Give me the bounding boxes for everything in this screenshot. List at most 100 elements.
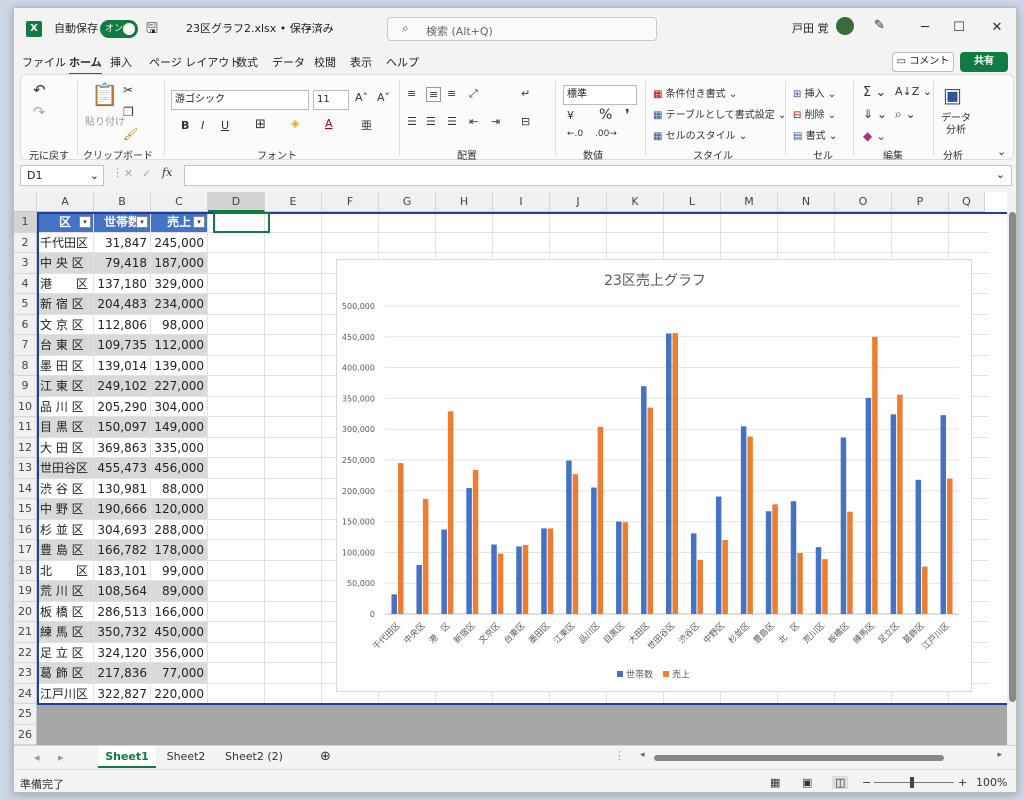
minimize-button[interactable]: ─	[910, 18, 940, 38]
table-cell[interactable]: 中 野 区	[37, 499, 94, 520]
save-icon[interactable]: 🖫	[146, 18, 158, 42]
insert-function-icon[interactable]: fx	[162, 166, 172, 179]
table-header-cell[interactable]: 売上 ▾	[151, 212, 208, 233]
maximize-button[interactable]: ☐	[944, 18, 974, 38]
table-cell[interactable]: 220,000	[151, 683, 208, 704]
table-cell[interactable]: 79,418	[94, 253, 151, 274]
tab-page-layout[interactable]: ページ レイアウト	[149, 54, 240, 70]
search-box[interactable]: ⌕ 検索 (Alt+Q)	[387, 17, 657, 41]
scroll-right-icon[interactable]: ▸	[997, 750, 1002, 760]
table-cell[interactable]: 150,097	[94, 417, 151, 438]
table-cell[interactable]: 456,000	[151, 458, 208, 479]
zoom-out-icon[interactable]: −	[862, 776, 871, 789]
share-button[interactable]: 共有	[960, 52, 1008, 72]
column-header-a[interactable]: A	[37, 192, 94, 212]
border-icon[interactable]: ⊞	[255, 117, 266, 132]
table-cell[interactable]: 足 立 区	[37, 642, 94, 663]
ribbon-collapse-icon[interactable]: ⌄	[997, 145, 1006, 158]
copy-icon[interactable]: ❐	[123, 105, 134, 119]
close-button[interactable]: ✕	[982, 18, 1012, 38]
format-painter-icon[interactable]: 🖌	[123, 127, 138, 141]
decrease-font-icon[interactable]: A˅	[377, 91, 390, 104]
chevron-down-icon[interactable]: ⌄	[304, 20, 313, 33]
next-sheet-icon[interactable]: ▸	[58, 751, 64, 764]
table-cell[interactable]: 板 橋 区	[37, 601, 94, 622]
row-header-6[interactable]: 6	[14, 314, 37, 335]
row-header-26[interactable]: 26	[14, 724, 37, 745]
table-header-cell[interactable]: 世帯数 ▾	[94, 212, 151, 233]
table-cell[interactable]: 77,000	[151, 663, 208, 684]
insert-cells-button[interactable]: ⊞ 挿入 ⌄	[793, 85, 836, 100]
horizontal-scrollbar[interactable]: ◂ ▸	[640, 750, 1002, 762]
format-as-table-button[interactable]: ▦ テーブルとして書式設定 ⌄	[653, 106, 786, 121]
row-header-16[interactable]: 16	[14, 519, 37, 540]
table-cell[interactable]: 112,806	[94, 314, 151, 335]
table-cell[interactable]: 350,732	[94, 622, 151, 643]
row-header-17[interactable]: 17	[14, 540, 37, 561]
tab-view[interactable]: 表示	[350, 54, 372, 70]
sort-filter-icon[interactable]: A↓Z ⌄	[895, 85, 932, 98]
row-header-5[interactable]: 5	[14, 294, 37, 315]
sheet-tab-sheet2[interactable]: Sheet2	[158, 746, 214, 768]
table-cell[interactable]: 墨 田 区	[37, 355, 94, 376]
prev-sheet-icon[interactable]: ◂	[34, 751, 40, 764]
row-header-3[interactable]: 3	[14, 253, 37, 274]
table-cell[interactable]: 139,000	[151, 355, 208, 376]
table-cell[interactable]: 大 田 区	[37, 437, 94, 458]
row-header-12[interactable]: 12	[14, 437, 37, 458]
table-cell[interactable]: 166,000	[151, 601, 208, 622]
table-cell[interactable]: 324,120	[94, 642, 151, 663]
table-cell[interactable]: 江戸川区	[37, 683, 94, 704]
table-cell[interactable]: 江 東 区	[37, 376, 94, 397]
column-header-n[interactable]: N	[778, 192, 835, 212]
column-header-e[interactable]: E	[265, 192, 322, 212]
table-cell[interactable]: 304,693	[94, 519, 151, 540]
table-cell[interactable]: 港 区	[37, 273, 94, 294]
cancel-entry-icon[interactable]: ✕	[124, 167, 133, 180]
merge-center-icon[interactable]: ⊟	[521, 115, 530, 128]
table-cell[interactable]: 245,000	[151, 232, 208, 253]
comma-icon[interactable]: ❜	[625, 107, 630, 123]
fill-color-icon[interactable]: ◈	[291, 117, 299, 130]
sheet-tab-sheet2-copy[interactable]: Sheet2 (2)	[218, 746, 290, 768]
italic-icon[interactable]: I	[201, 119, 204, 132]
table-header-cell[interactable]: 区 ▾	[37, 212, 94, 233]
filter-dropdown-icon[interactable]: ▾	[79, 216, 91, 228]
column-header-f[interactable]: F	[322, 192, 379, 212]
row-header-19[interactable]: 19	[14, 581, 37, 602]
tab-file[interactable]: ファイル	[22, 54, 66, 70]
table-cell[interactable]: 335,000	[151, 437, 208, 458]
decrease-decimal-icon[interactable]: .00→	[595, 129, 617, 139]
filter-dropdown-icon[interactable]: ▾	[136, 216, 148, 228]
normal-view-icon[interactable]: ▦	[770, 776, 780, 789]
zoom-slider[interactable]	[874, 782, 954, 783]
font-name-select[interactable]: 游ゴシック	[171, 90, 309, 110]
table-cell[interactable]: 練 馬 区	[37, 622, 94, 643]
scroll-left-icon[interactable]: ◂	[640, 750, 645, 760]
page-layout-view-icon[interactable]: ▣	[802, 776, 812, 789]
increase-decimal-icon[interactable]: ←.0	[567, 129, 583, 139]
font-size-select[interactable]: 11	[313, 90, 349, 110]
delete-cells-button[interactable]: ⊟ 削除 ⌄	[793, 106, 836, 121]
table-cell[interactable]: 98,000	[151, 314, 208, 335]
table-cell[interactable]: 文 京 区	[37, 314, 94, 335]
table-cell[interactable]: 世田谷区	[37, 458, 94, 479]
increase-font-icon[interactable]: A˄	[355, 91, 368, 104]
vertical-scroll-thumb[interactable]	[1009, 212, 1016, 702]
align-center-icon[interactable]: ☰	[426, 115, 436, 128]
formula-input[interactable]: ⌄	[184, 165, 1012, 186]
paste-label[interactable]: 貼り付け	[85, 113, 125, 128]
table-cell[interactable]: 455,473	[94, 458, 151, 479]
table-cell[interactable]: 288,000	[151, 519, 208, 540]
autosum-icon[interactable]: Σ ⌄	[863, 85, 886, 100]
tab-help[interactable]: ヘルプ	[386, 54, 419, 70]
data-analysis-button[interactable]: データ分析	[941, 113, 971, 137]
underline-icon[interactable]: U	[221, 119, 229, 132]
conditional-format-button[interactable]: ▦ 条件付き書式 ⌄	[653, 85, 737, 100]
table-cell[interactable]: 120,000	[151, 499, 208, 520]
add-sheet-icon[interactable]: ⊕	[320, 749, 331, 764]
table-cell[interactable]: 166,782	[94, 540, 151, 561]
row-header-7[interactable]: 7	[14, 335, 37, 356]
row-header-9[interactable]: 9	[14, 376, 37, 397]
tab-splitter-icon[interactable]: ⋮	[614, 749, 625, 762]
